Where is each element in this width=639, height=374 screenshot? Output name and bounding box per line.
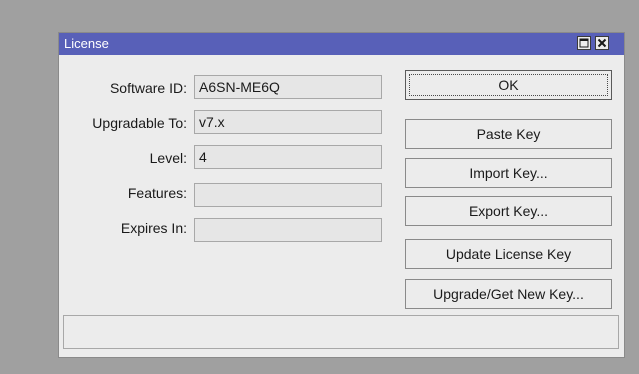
paste-key-button[interactable]: Paste Key — [405, 119, 612, 149]
ok-button[interactable]: OK — [405, 70, 612, 100]
window-title: License — [64, 36, 109, 51]
upgradable-to-label: Upgradable To: — [92, 115, 187, 131]
maximize-button[interactable] — [577, 36, 591, 50]
software-id-field[interactable]: A6SN-ME6Q — [194, 75, 382, 99]
features-field[interactable] — [194, 183, 382, 207]
update-license-key-button[interactable]: Update License Key — [405, 239, 612, 269]
title-bar[interactable]: License — [59, 33, 624, 55]
status-bar — [63, 315, 619, 349]
upgrade-get-new-key-button[interactable]: Upgrade/Get New Key... — [405, 279, 612, 309]
maximize-icon — [579, 38, 589, 48]
level-label: Level: — [149, 150, 187, 166]
upgradable-to-field[interactable]: v7.x — [194, 110, 382, 134]
features-label: Features: — [127, 185, 187, 201]
level-field[interactable]: 4 — [194, 145, 382, 169]
software-id-label: Software ID: — [109, 80, 187, 96]
close-button[interactable] — [595, 36, 609, 50]
import-key-button[interactable]: Import Key... — [405, 158, 612, 188]
close-icon — [597, 38, 607, 48]
license-dialog: License Software ID: A6SN-ME6Q Upgradabl… — [58, 32, 625, 358]
expires-in-label: Expires In: — [120, 220, 187, 236]
export-key-button[interactable]: Export Key... — [405, 196, 612, 226]
expires-in-field[interactable] — [194, 218, 382, 242]
